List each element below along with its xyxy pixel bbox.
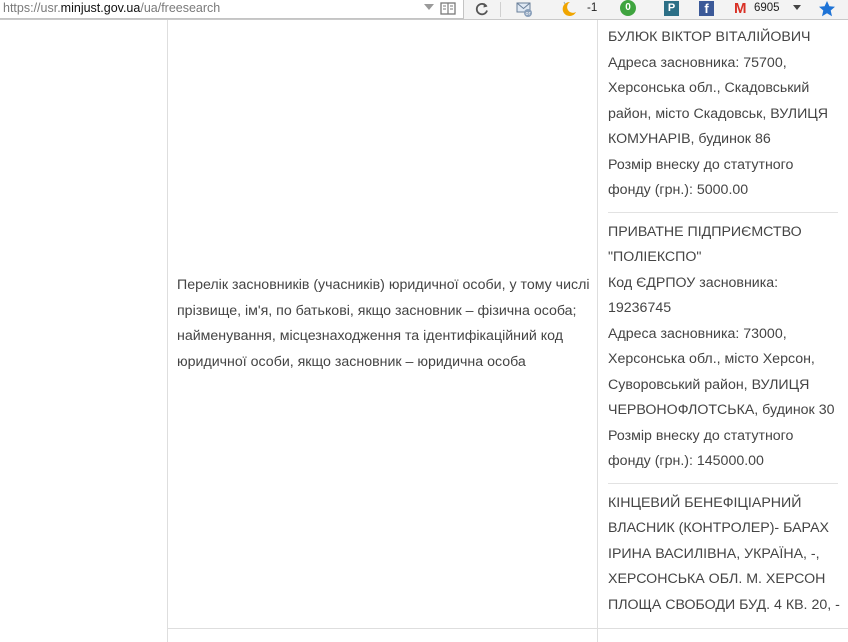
mail-notifier-icon[interactable]: or	[515, 0, 533, 18]
url-prefix: https://usr.	[3, 1, 61, 15]
founder-line: Суворовський район, ВУЛИЦЯ	[608, 376, 810, 393]
founder-line: Адреса засновника: 73000,	[608, 325, 787, 342]
founder-entry-2: ПРИВАТНЕ ПІДПРИЄМСТВО "ПОЛІЕКСПО" Код ЄД…	[608, 220, 840, 475]
reader-view-icon[interactable]	[440, 2, 456, 15]
url-history-dropdown-icon[interactable]	[424, 4, 434, 10]
founder-line: ХЕРСОНСЬКА ОБЛ. М. ХЕРСОН	[608, 571, 826, 587]
green-badge-icon[interactable]: 0	[620, 0, 636, 16]
moon-icon[interactable]	[558, 0, 578, 18]
founder-line: Розмір внеску до статутного	[608, 156, 794, 173]
founder-line: ЧЕРВОНОФЛОТСЬКА, будинок 30	[608, 402, 835, 418]
founder-line: фонду (грн.): 5000.00	[608, 182, 749, 198]
entry-divider	[608, 482, 838, 484]
table-border-middle	[597, 20, 598, 642]
founder-line: Розмір внеску до статутного	[608, 427, 794, 444]
reload-icon[interactable]	[474, 1, 490, 17]
facebook-icon[interactable]: f	[699, 1, 714, 16]
founder-line: ІРИНА ВАСИЛІВНА, УКРАЇНА, -,	[608, 545, 820, 562]
founder-line: БУЛЮК ВІКТОР ВІТАЛІЙОВИЧ	[608, 29, 811, 45]
founder-line: Код ЄДРПОУ засновника:	[608, 274, 779, 291]
founder-line: 19236745	[608, 300, 672, 316]
gmail-count: 6905	[754, 2, 780, 14]
moon-count: -1	[587, 2, 598, 14]
chevron-down-icon[interactable]	[793, 5, 801, 10]
page-content: Перелік засновників (учасників) юридично…	[0, 20, 848, 642]
founder-line: фонду (грн.): 145000.00	[608, 453, 764, 469]
founder-entry-3: КІНЦЕВИЙ БЕНЕФІЦІАРНИЙ ВЛАСНИК (КОНТРОЛЕ…	[608, 491, 840, 619]
founder-line: район, місто Скадовськ, ВУЛИЦЯ	[608, 105, 829, 122]
pocket-icon[interactable]: P	[664, 1, 679, 16]
toolbar-separator	[500, 2, 501, 17]
founder-line: ВЛАСНИК (КОНТРОЛЕР)- БАРАХ	[608, 520, 829, 536]
address-bar[interactable]: https://usr.minjust.gov.ua/ua/freesearch	[0, 0, 464, 19]
url-host: minjust.gov.ua	[60, 1, 141, 15]
browser-toolbar: https://usr.minjust.gov.ua/ua/freesearch…	[0, 0, 848, 20]
gmail-icon[interactable]: M	[734, 1, 747, 16]
field-label-founders: Перелік засновників (учасників) юридично…	[177, 277, 590, 370]
founder-line: КОМУНАРІВ, будинок 86	[608, 131, 771, 147]
table-row-border-bottom	[167, 628, 848, 629]
founder-line: КІНЦЕВИЙ БЕНЕФІЦІАРНИЙ	[608, 494, 802, 511]
founder-line: ПЛОЩА СВОБОДИ БУД. 4 КВ. 20, -	[608, 596, 840, 613]
founder-line: Адреса засновника: 75700,	[608, 54, 787, 71]
founder-line: Херсонська обл., Скадовський	[608, 80, 810, 96]
founder-entry-1: БУЛЮК ВІКТОР ВІТАЛІЙОВИЧ Адреса засновни…	[608, 25, 840, 204]
entry-divider	[608, 211, 838, 213]
bookmark-star-icon[interactable]	[817, 0, 837, 18]
table-border-left	[167, 20, 168, 642]
founder-line: Херсонська обл., місто Херсон,	[608, 351, 815, 367]
founders-list: БУЛЮК ВІКТОР ВІТАЛІЙОВИЧ Адреса засновни…	[608, 25, 840, 618]
url-path: /ua/freesearch	[140, 1, 221, 15]
founder-line: ПРИВАТНЕ ПІДПРИЄМСТВО	[608, 223, 802, 240]
founder-line: "ПОЛІЕКСПО"	[608, 249, 702, 265]
